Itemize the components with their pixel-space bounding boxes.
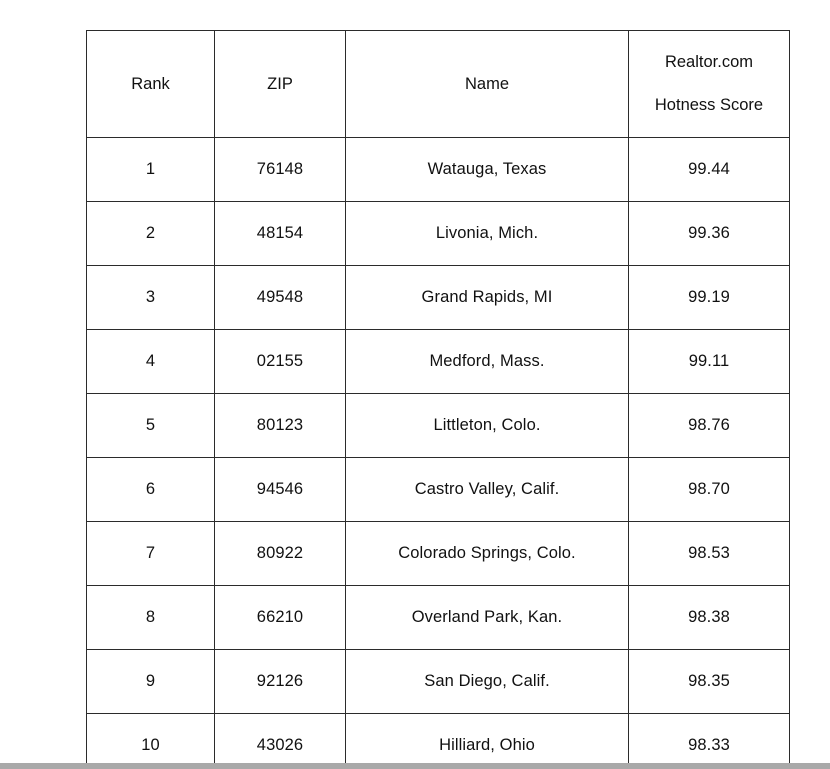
cell-name: Watauga, Texas	[345, 137, 629, 202]
header-row: Rank ZIP Name Realtor.com Hotness Score	[86, 30, 790, 138]
column-header-rank: Rank	[86, 30, 215, 138]
cell-name: Hilliard, Ohio	[345, 713, 629, 769]
cell-rank: 10	[86, 713, 215, 769]
cell-zip: 80123	[214, 393, 346, 458]
cell-rank: 7	[86, 521, 215, 586]
cell-zip: 02155	[214, 329, 346, 394]
cell-name: Overland Park, Kan.	[345, 585, 629, 650]
table-body: 1 76148 Watauga, Texas 99.44 2 48154 Liv…	[86, 137, 790, 769]
table-row: 6 94546 Castro Valley, Calif. 98.70	[86, 457, 790, 522]
cell-score: 98.33	[628, 713, 790, 769]
cell-rank: 9	[86, 649, 215, 714]
cell-zip: 76148	[214, 137, 346, 202]
page-bottom-edge-bar	[0, 763, 830, 769]
cell-rank: 2	[86, 201, 215, 266]
cell-rank: 8	[86, 585, 215, 650]
column-header-name-line-1: Name	[464, 74, 509, 93]
column-header-hotness-score-line-2: Hotness Score	[654, 96, 764, 114]
table-row: 4 02155 Medford, Mass. 99.11	[86, 329, 790, 394]
cell-name: Littleton, Colo.	[345, 393, 629, 458]
cell-score: 99.19	[628, 265, 790, 330]
cell-name: San Diego, Calif.	[345, 649, 629, 714]
cell-rank: 4	[86, 329, 215, 394]
column-header-hotness-score: Realtor.com Hotness Score	[628, 30, 790, 138]
table-row: 3 49548 Grand Rapids, MI 99.19	[86, 265, 790, 330]
column-header-rank-line-1: Rank	[131, 74, 170, 93]
document-page: Rank ZIP Name Realtor.com Hotness Score	[0, 0, 830, 769]
cell-zip: 43026	[214, 713, 346, 769]
cell-score: 99.36	[628, 201, 790, 266]
table-row: 8 66210 Overland Park, Kan. 98.38	[86, 585, 790, 650]
column-header-zip: ZIP	[214, 30, 346, 138]
cell-score: 98.35	[628, 649, 790, 714]
cell-name: Grand Rapids, MI	[345, 265, 629, 330]
table-row: 9 92126 San Diego, Calif. 98.35	[86, 649, 790, 714]
cell-score: 98.38	[628, 585, 790, 650]
cell-zip: 48154	[214, 201, 346, 266]
cell-zip: 94546	[214, 457, 346, 522]
cell-score: 98.76	[628, 393, 790, 458]
cell-name: Medford, Mass.	[345, 329, 629, 394]
hottest-zip-codes-table: Rank ZIP Name Realtor.com Hotness Score	[86, 30, 790, 769]
table-row: 5 80123 Littleton, Colo. 98.76	[86, 393, 790, 458]
cell-name: Castro Valley, Calif.	[345, 457, 629, 522]
cell-zip: 49548	[214, 265, 346, 330]
table-header: Rank ZIP Name Realtor.com Hotness Score	[86, 30, 790, 138]
cell-score: 98.70	[628, 457, 790, 522]
cell-rank: 1	[86, 137, 215, 202]
column-header-hotness-score-line-1: Realtor.com	[664, 53, 754, 72]
cell-score: 99.11	[628, 329, 790, 394]
cell-rank: 5	[86, 393, 215, 458]
table-row: 7 80922 Colorado Springs, Colo. 98.53	[86, 521, 790, 586]
cell-score: 99.44	[628, 137, 790, 202]
table-row: 1 76148 Watauga, Texas 99.44	[86, 137, 790, 202]
cell-rank: 3	[86, 265, 215, 330]
cell-zip: 92126	[214, 649, 346, 714]
cell-name: Livonia, Mich.	[345, 201, 629, 266]
cell-zip: 66210	[214, 585, 346, 650]
column-header-zip-line-1: ZIP	[267, 74, 293, 93]
cell-zip: 80922	[214, 521, 346, 586]
table-row: 2 48154 Livonia, Mich. 99.36	[86, 201, 790, 266]
table-container: Rank ZIP Name Realtor.com Hotness Score	[86, 30, 790, 769]
cell-rank: 6	[86, 457, 215, 522]
table-row: 10 43026 Hilliard, Ohio 98.33	[86, 713, 790, 769]
column-header-name: Name	[345, 30, 629, 138]
cell-score: 98.53	[628, 521, 790, 586]
cell-name: Colorado Springs, Colo.	[345, 521, 629, 586]
